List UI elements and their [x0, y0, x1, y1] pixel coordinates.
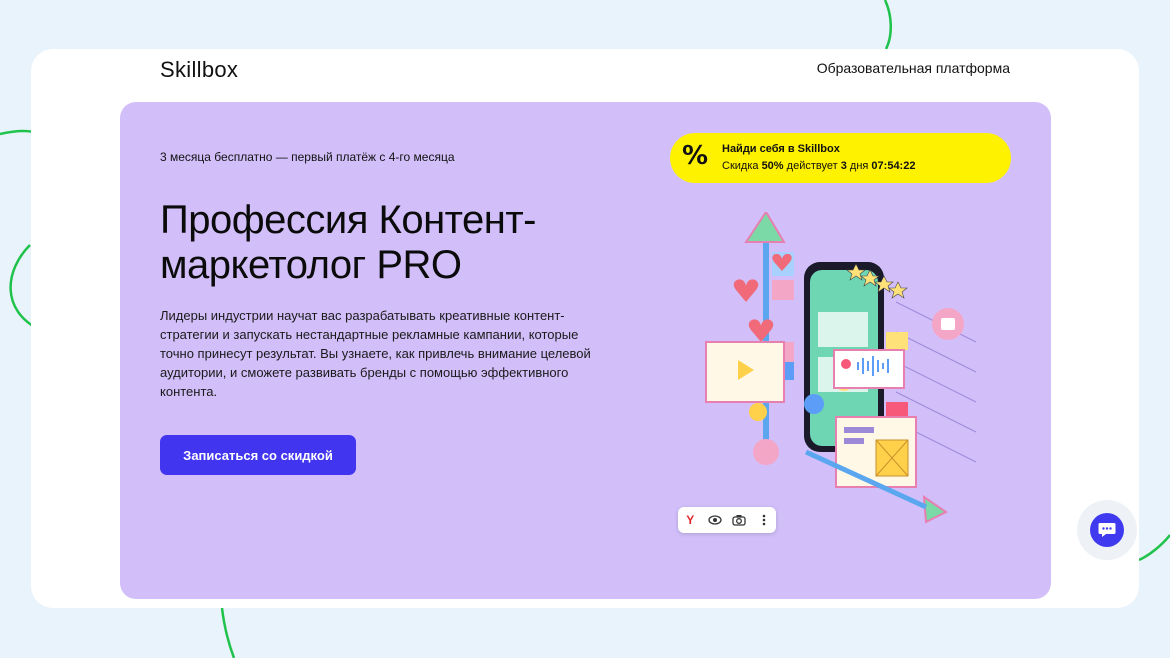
promo-text: 3 месяца бесплатно — первый платёж с 4-г… [160, 150, 455, 164]
skillbox-logo[interactable]: Skillbox [160, 57, 238, 83]
image-search-toolbar: Y [678, 507, 776, 533]
timer-countdown: Скидка 50% действует 3 дня 07:54:22 [722, 160, 916, 172]
content-marketing-illustration [705, 212, 977, 524]
platform-label: Образовательная платформа [816, 60, 1010, 76]
chat-widget-button[interactable] [1077, 500, 1137, 560]
eye-icon[interactable] [705, 510, 725, 530]
hero-description: Лидеры индустрии научат вас разрабатыват… [160, 308, 591, 399]
yandex-icon[interactable]: Y [680, 510, 700, 530]
landing-card: Skillbox Образовательная платформа 3 мес… [31, 49, 1139, 608]
more-icon[interactable] [754, 510, 774, 530]
percent-icon: % [682, 141, 709, 171]
timer-title: Найди себя в Skillbox [722, 143, 840, 155]
camera-icon[interactable] [729, 510, 749, 530]
hero-banner: 3 месяца бесплатно — первый платёж с 4-г… [120, 102, 1051, 599]
page-title: Профессия Контент-маркетолог PRO [160, 198, 537, 287]
signup-discount-button[interactable]: Записаться со скидкой [160, 435, 356, 475]
chat-bubble-icon [1090, 513, 1124, 547]
discount-timer-badge[interactable]: % Найди себя в Skillbox Скидка 50% дейст… [670, 133, 1011, 183]
